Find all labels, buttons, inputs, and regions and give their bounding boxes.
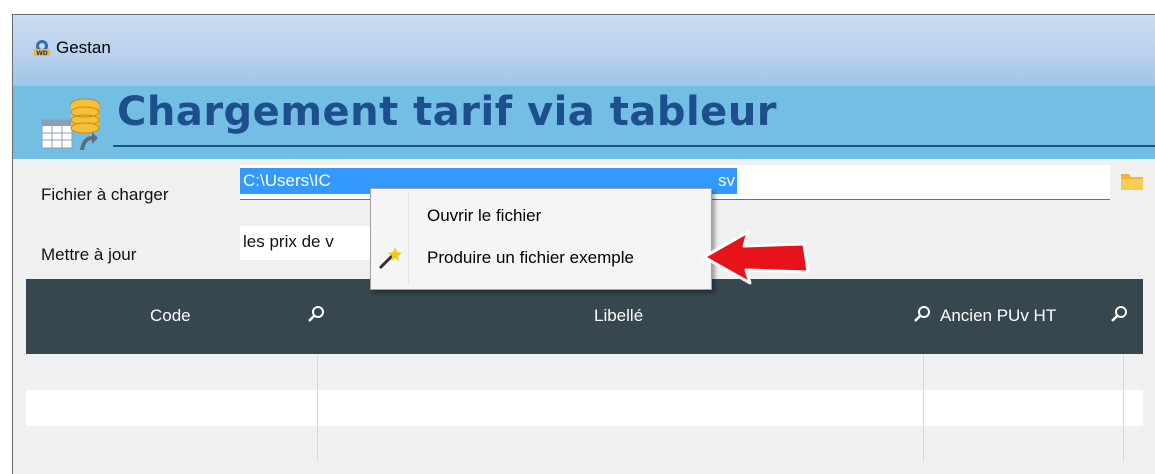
menu-item-open-file[interactable]: Ouvrir le fichier xyxy=(373,197,707,235)
title-underline xyxy=(113,145,1155,147)
table-cell[interactable] xyxy=(26,354,318,390)
table-cell[interactable] xyxy=(924,354,1124,390)
table-cell[interactable] xyxy=(924,426,1124,462)
table-cell[interactable] xyxy=(26,426,318,462)
page-title: Chargement tarif via tableur xyxy=(117,89,778,135)
menu-item-generate-sample[interactable]: Produire un fichier exemple xyxy=(373,239,707,277)
column-header-libelle[interactable]: Libellé xyxy=(594,306,643,326)
red-arrow-annotation xyxy=(702,230,810,285)
app-icon: WD xyxy=(34,40,50,57)
spreadsheet-database-icon xyxy=(41,98,100,150)
table-cell[interactable] xyxy=(318,390,924,426)
file-label: Fichier à charger xyxy=(41,185,169,204)
menu-item-label: Ouvrir le fichier xyxy=(427,206,542,225)
folder-icon[interactable] xyxy=(1119,168,1145,194)
context-menu: Ouvrir le fichier Produire un fichier ex… xyxy=(370,188,712,290)
table-row[interactable] xyxy=(26,390,1143,426)
table-header: Code Libellé Ancien PUv HT xyxy=(26,279,1143,354)
menu-item-label: Produire un fichier exemple xyxy=(427,248,634,267)
column-header-ancien-puv[interactable]: Ancien PUv HT xyxy=(940,306,1056,326)
search-icon[interactable] xyxy=(913,305,931,323)
table-row[interactable] xyxy=(26,426,1143,462)
table-cell[interactable] xyxy=(318,426,924,462)
page-header: Chargement tarif via tableur xyxy=(13,86,1155,159)
search-icon[interactable] xyxy=(307,305,325,323)
search-icon[interactable] xyxy=(1110,305,1128,323)
magic-wand-icon xyxy=(378,247,402,270)
column-header-code[interactable]: Code xyxy=(150,306,191,326)
app-title: Gestan xyxy=(56,38,111,57)
data-table: Code Libellé Ancien PUv HT xyxy=(26,279,1143,462)
table-row[interactable] xyxy=(26,354,1143,390)
svg-text:WD: WD xyxy=(36,50,48,57)
table-cell[interactable] xyxy=(26,390,318,426)
table-cell[interactable] xyxy=(924,390,1124,426)
table-cell[interactable] xyxy=(318,354,924,390)
update-label: Mettre à jour xyxy=(41,245,137,264)
update-select-value: les prix de v xyxy=(243,232,334,251)
window-titlebar[interactable]: WD Gestan xyxy=(13,15,1155,86)
